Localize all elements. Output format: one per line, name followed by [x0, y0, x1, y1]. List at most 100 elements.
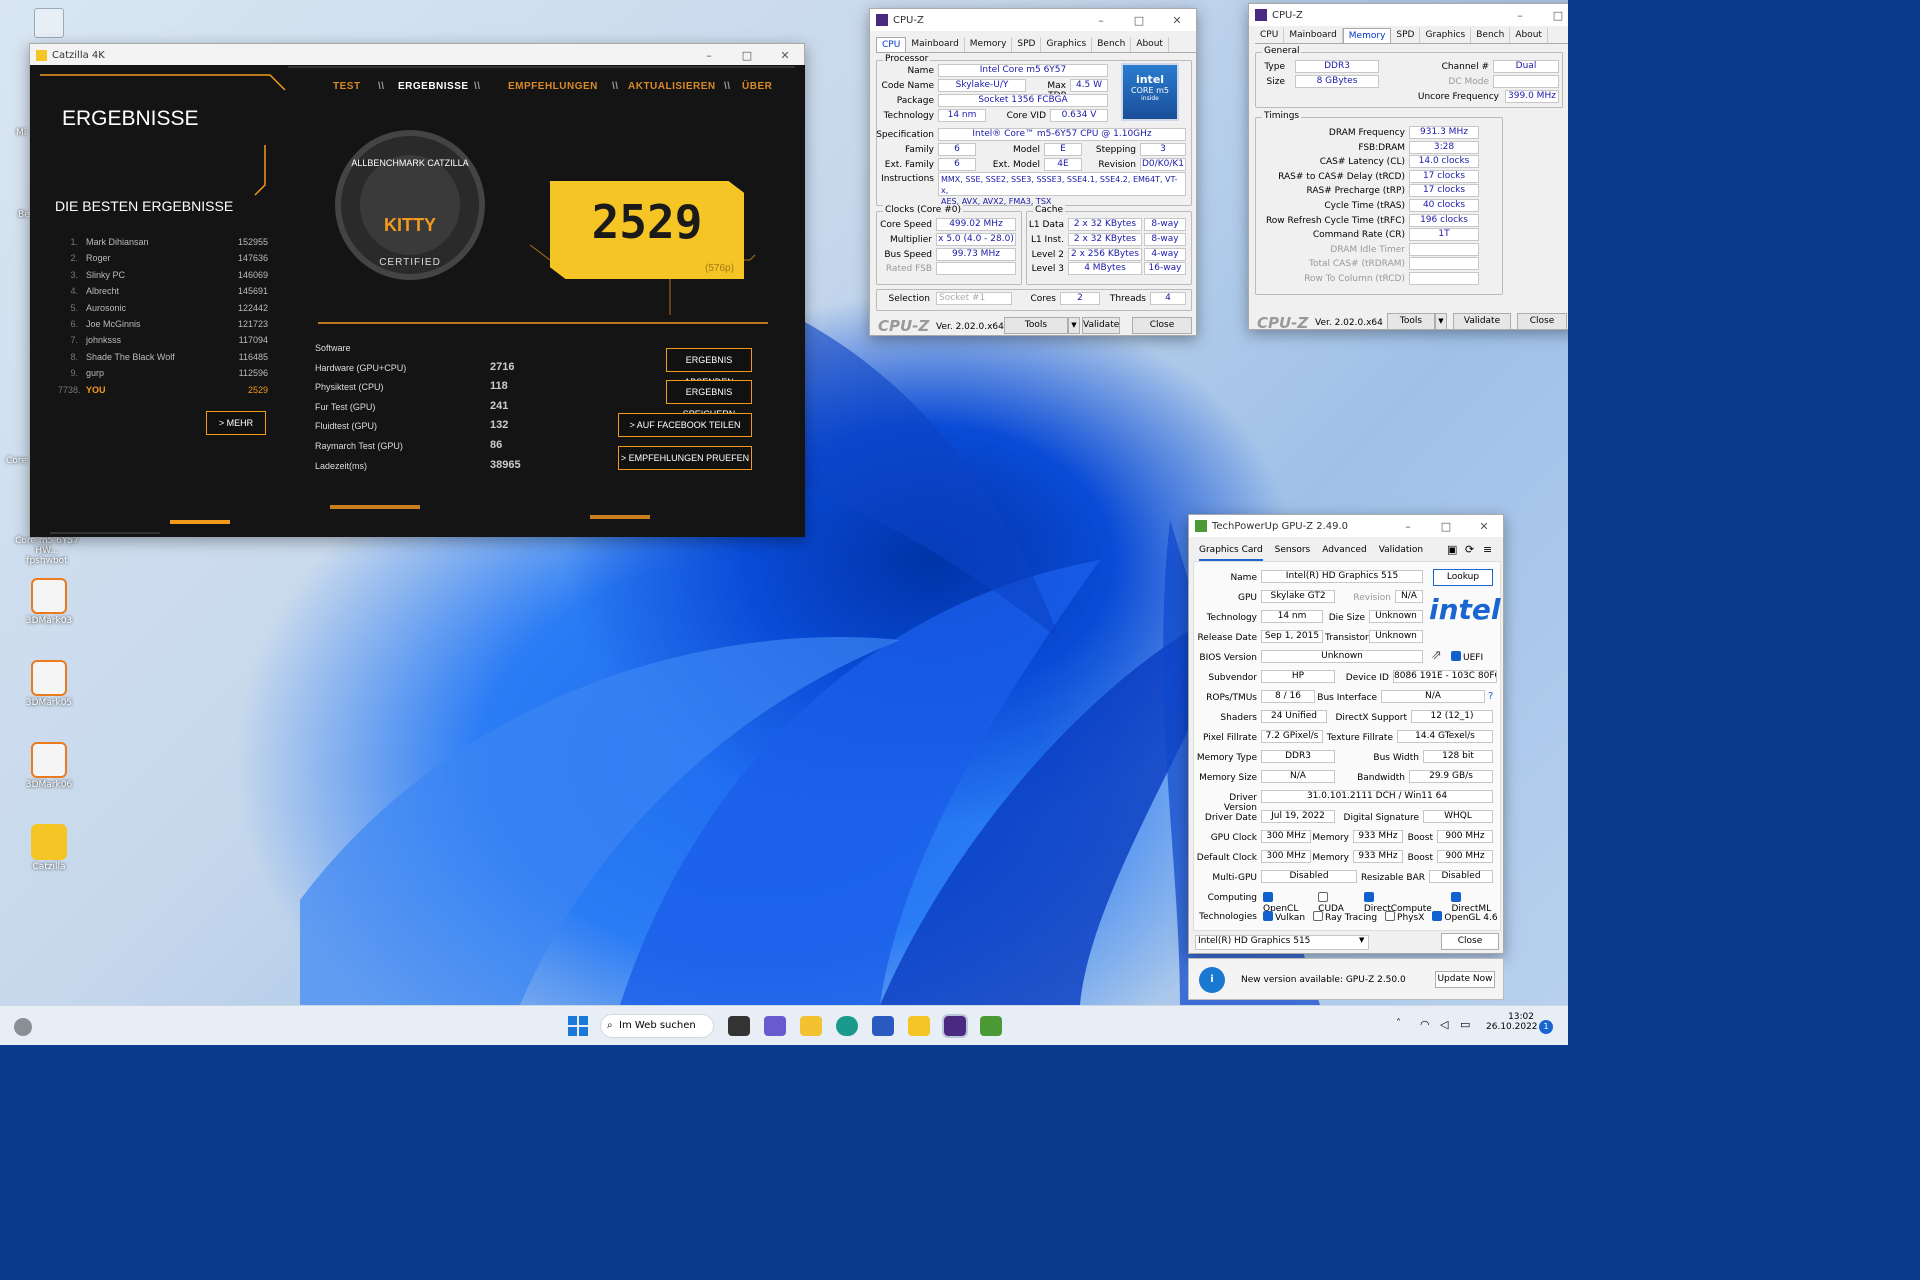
search-box[interactable]: ⌕ Im Web suchen — [600, 1014, 714, 1038]
chat-icon[interactable] — [764, 1016, 786, 1036]
battery-icon[interactable]: ▭ — [1460, 1018, 1470, 1031]
start-button[interactable] — [568, 1016, 588, 1036]
group-title: Clocks (Core #0) — [883, 205, 963, 215]
tab-graphics-card[interactable]: Graphics Card — [1199, 545, 1263, 561]
menu-icon[interactable]: ≡ — [1483, 543, 1492, 556]
tools-button[interactable]: Tools — [1387, 313, 1435, 330]
desktop-icon-catzilla[interactable]: Catzilla — [14, 824, 84, 872]
lookup-button[interactable]: Lookup — [1433, 569, 1493, 586]
bus-width-field: 128 bit — [1423, 750, 1493, 763]
tab-bar: CPU Mainboard Memory SPD Graphics Bench About — [876, 37, 1196, 53]
camera-icon[interactable]: ▣ — [1447, 543, 1457, 556]
minimize-button[interactable]: – — [1082, 14, 1120, 27]
close-button[interactable]: Close — [1441, 933, 1499, 950]
checkbox-physx[interactable]: PhysX — [1385, 911, 1424, 923]
close-button[interactable]: ✕ — [766, 49, 804, 62]
resizable-bar-label: Resizable BAR — [1360, 873, 1425, 883]
checkbox-vulkan[interactable]: Vulkan — [1263, 911, 1305, 923]
cpuz-taskbar-icon[interactable] — [942, 1014, 968, 1038]
desktop-icon-3dmark05[interactable]: 3DMark05 — [14, 660, 84, 708]
technology-label: Technology — [1206, 613, 1257, 623]
tab-about[interactable]: About — [1131, 37, 1169, 52]
validate-button[interactable]: Validate — [1453, 313, 1511, 330]
nav-ergebnisse[interactable]: ERGEBNISSE — [398, 81, 469, 92]
help-icon[interactable]: ? — [1488, 691, 1493, 702]
desktop-icon-3dmark03[interactable]: 3DMark03 — [14, 578, 84, 626]
player-name: YOU — [86, 384, 106, 395]
tab-sensors[interactable]: Sensors — [1275, 545, 1311, 561]
close-button[interactable]: ✕ — [1465, 520, 1503, 533]
minimize-button[interactable]: – — [1501, 9, 1539, 22]
share-icon[interactable]: ⇗ — [1431, 648, 1442, 663]
gpu-select[interactable]: Intel(R) HD Graphics 515 — [1195, 935, 1369, 950]
socket-select[interactable]: Socket #1 — [936, 292, 1012, 305]
transistors-label: Transistors — [1325, 633, 1374, 643]
minimize-button[interactable]: – — [690, 49, 728, 62]
tab-memory[interactable]: Memory — [1342, 28, 1392, 43]
maximize-button[interactable]: □ — [1539, 9, 1568, 22]
edge-icon[interactable] — [836, 1016, 858, 1036]
technology-field: 14 nm — [938, 109, 986, 122]
file-explorer-icon[interactable] — [800, 1016, 822, 1036]
notification-badge[interactable]: 1 — [1539, 1020, 1553, 1034]
tab-cpu[interactable]: CPU — [876, 37, 907, 52]
volume-icon[interactable]: ◁ — [1440, 1018, 1448, 1031]
store-icon[interactable] — [872, 1016, 894, 1036]
task-view-icon[interactable] — [728, 1016, 750, 1036]
intel-core-m5-logo: intel CORE m5 inside — [1121, 63, 1179, 121]
tab-memory[interactable]: Memory — [965, 37, 1013, 52]
ext-family-label: Ext. Family — [884, 160, 934, 170]
uefi-checkbox[interactable]: UEFI — [1451, 651, 1483, 663]
weather-icon[interactable] — [14, 1018, 32, 1036]
update-now-button[interactable]: Update Now — [1435, 971, 1495, 988]
tab-spd[interactable]: SPD — [1391, 28, 1421, 43]
minimize-button[interactable]: – — [1389, 520, 1427, 533]
checkbox-opengl-4-6[interactable]: OpenGL 4.6 — [1432, 911, 1498, 923]
maximize-button[interactable]: □ — [1427, 520, 1465, 533]
close-button[interactable]: ✕ — [1158, 14, 1196, 27]
tab-about[interactable]: About — [1510, 28, 1548, 43]
recycle-bin-icon[interactable] — [34, 8, 64, 38]
facebook-share-button[interactable]: > AUF FACEBOOK TEILEN — [618, 413, 752, 437]
close-button[interactable]: Close — [1132, 317, 1192, 334]
send-result-button[interactable]: ERGEBNIS ABSENDEN — [666, 348, 752, 387]
tools-dropdown-icon[interactable]: ▼ — [1068, 317, 1080, 334]
wifi-icon[interactable]: ◠ — [1420, 1018, 1430, 1031]
checkbox-checked-icon — [1451, 651, 1461, 661]
checkbox-label: Ray Tracing — [1325, 913, 1378, 923]
clock[interactable]: 13:02 26.10.2022 — [1486, 1012, 1538, 1032]
desktop-icon-3dmark06[interactable]: 3DMark06 — [14, 742, 84, 790]
tab-spd[interactable]: SPD — [1012, 37, 1042, 52]
maximize-button[interactable]: □ — [1120, 14, 1158, 27]
catzilla-taskbar-icon[interactable] — [908, 1016, 930, 1036]
tab-mainboard[interactable]: Mainboard — [906, 37, 965, 52]
desktop-shortcut-hwbot[interactable]: Core m5 6Y57 HW... fpshwbot — [12, 536, 82, 566]
cores-field: 2 — [1060, 292, 1100, 305]
tab-graphics[interactable]: Graphics — [1420, 28, 1472, 43]
checkbox-ray-tracing[interactable]: Ray Tracing — [1313, 911, 1377, 923]
checkbox-label: Vulkan — [1275, 913, 1306, 923]
validate-button[interactable]: Validate — [1082, 317, 1120, 334]
gpuz-taskbar-icon[interactable] — [980, 1016, 1002, 1036]
tab-mainboard[interactable]: Mainboard — [1284, 28, 1343, 43]
refresh-icon[interactable]: ⟳ — [1465, 543, 1474, 556]
tab-graphics[interactable]: Graphics — [1041, 37, 1093, 52]
save-result-button[interactable]: ERGEBNIS SPEICHERN — [666, 380, 752, 419]
nav-ueber[interactable]: ÜBER — [742, 81, 772, 92]
nav-test[interactable]: TEST — [333, 81, 361, 92]
check-recommendations-button[interactable]: > EMPFEHLUNGEN PRUEFEN — [618, 446, 752, 470]
nav-aktualisieren[interactable]: AKTUALISIEREN — [628, 81, 716, 92]
chevron-up-icon[interactable]: ˄ — [1396, 1018, 1401, 1029]
tab-advanced[interactable]: Advanced — [1322, 545, 1366, 561]
tools-dropdown-icon[interactable]: ▼ — [1435, 313, 1447, 330]
nav-empfehlungen[interactable]: EMPFEHLUNGEN — [508, 81, 598, 92]
tab-validation[interactable]: Validation — [1379, 545, 1423, 561]
more-button[interactable]: > MEHR — [206, 411, 266, 435]
tab-bench[interactable]: Bench — [1471, 28, 1511, 43]
tab-bench[interactable]: Bench — [1092, 37, 1132, 52]
close-button[interactable]: Close — [1517, 313, 1567, 330]
tab-cpu[interactable]: CPU — [1255, 28, 1285, 43]
maximize-button[interactable]: □ — [728, 49, 766, 62]
tools-button[interactable]: Tools — [1004, 317, 1068, 334]
channel-field: Dual — [1493, 60, 1559, 73]
